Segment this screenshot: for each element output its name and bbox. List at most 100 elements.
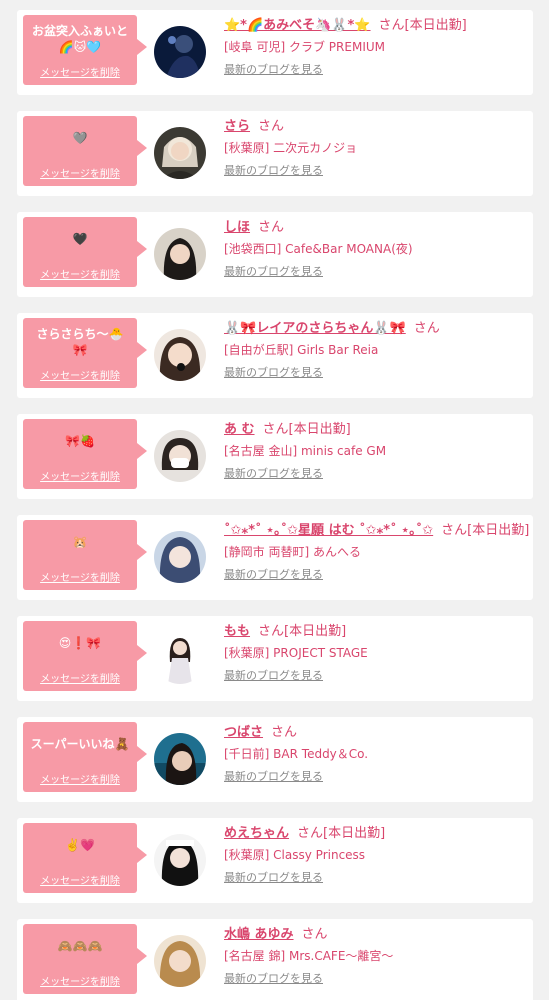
shop-label: [名古屋 錦] Mrs.CAFE〜離宮〜 bbox=[224, 949, 394, 963]
latest-blog-link[interactable]: 最新のブログを見る bbox=[224, 871, 323, 885]
message-bubble: 🩶 メッセージを削除 bbox=[23, 116, 147, 186]
shop-label: [自由が丘駅] Girls Bar Reia bbox=[224, 343, 379, 357]
avatar[interactable] bbox=[154, 733, 206, 785]
message-text: 😍❗️🎀 bbox=[58, 636, 102, 650]
entry-info: ˚✩⁎*˚ ⋆｡˚✩星願 はむ ˚✩⁎*˚ ⋆｡˚✩ さん[本日出勤] [静岡市 … bbox=[224, 522, 529, 582]
message-text: 🩶 bbox=[72, 131, 88, 145]
delete-message-link[interactable]: メッセージを削除 bbox=[23, 371, 137, 383]
message-bubble: さらさらち〜🐣 🎀 メッセージを削除 bbox=[23, 318, 147, 388]
delete-message-link[interactable]: メッセージを削除 bbox=[23, 876, 137, 888]
san-suffix: さん bbox=[441, 523, 468, 538]
latest-blog-link[interactable]: 最新のブログを見る bbox=[224, 366, 323, 380]
san-suffix: さん bbox=[297, 826, 324, 841]
message-bubble: スーパーいいね🧸 メッセージを削除 bbox=[23, 722, 147, 792]
shop-label: [岐阜 可児] クラブ PREMIUM bbox=[224, 40, 385, 54]
list-item: さらさらち〜🐣 🎀 メッセージを削除 🐰🎀レイアのさらちゃん🐰🎀 さん [自由が丘… bbox=[17, 313, 533, 398]
entry-info: もも さん[本日出勤] [秋葉原] PROJECT STAGE 最新のブログを見る bbox=[224, 623, 529, 683]
san-suffix: さん bbox=[258, 624, 285, 639]
entry-info: 水嶋 あゆみ さん [名古屋 錦] Mrs.CAFE〜離宮〜 最新のブログを見る bbox=[224, 926, 529, 986]
entry-info: ⭐️*🌈あみべそ🦄🐰*⭐️ さん[本日出勤] [岐阜 可児] クラブ PREMIU… bbox=[224, 17, 529, 77]
list-item: お盆突入ふぁいと 🌈🐱🩵 メッセージを削除 ⭐️*🌈あみべそ🦄🐰*⭐️ さん[本日… bbox=[17, 10, 533, 95]
avatar[interactable] bbox=[154, 329, 206, 381]
san-suffix: さん bbox=[262, 422, 289, 437]
list-item: 🩶 メッセージを削除 さら さん [秋葉原] 二次元カノジョ 最新のブログを見る bbox=[17, 111, 533, 196]
avatar[interactable] bbox=[154, 127, 206, 179]
latest-blog-link[interactable]: 最新のブログを見る bbox=[224, 63, 323, 77]
cast-name-link[interactable]: もも bbox=[224, 624, 250, 639]
message-text: 🖤 bbox=[72, 232, 88, 246]
list-item: 🙈🙈🙈 メッセージを削除 水嶋 あゆみ さん [名古屋 錦] Mrs.CAFE〜離… bbox=[17, 919, 533, 1000]
delete-message-link[interactable]: メッセージを削除 bbox=[23, 977, 137, 989]
cast-name-link[interactable]: ˚✩⁎*˚ ⋆｡˚✩星願 はむ ˚✩⁎*˚ ⋆｡˚✩ bbox=[224, 523, 433, 538]
shop-label: [秋葉原] PROJECT STAGE bbox=[224, 646, 368, 660]
avatar[interactable] bbox=[154, 935, 206, 987]
shop-label: [秋葉原] Classy Princess bbox=[224, 848, 366, 862]
message-text: スーパーいいね🧸 bbox=[30, 737, 130, 751]
message-text: お盆突入ふぁいと 🌈🐱🩵 bbox=[31, 24, 128, 54]
cast-name-link[interactable]: あ む bbox=[224, 422, 255, 437]
status-badge: [本日出勤] bbox=[284, 624, 347, 639]
list-item: スーパーいいね🧸 メッセージを削除 つばさ さん [千日前] BAR Teddy＆… bbox=[17, 717, 533, 802]
entry-info: めえちゃん さん[本日出勤] [秋葉原] Classy Princess 最新のブ… bbox=[224, 825, 529, 885]
delete-message-link[interactable]: メッセージを削除 bbox=[23, 472, 137, 484]
message-bubble: 🖤 メッセージを削除 bbox=[23, 217, 147, 287]
avatar[interactable] bbox=[154, 531, 206, 583]
avatar[interactable] bbox=[154, 430, 206, 482]
san-suffix: さん bbox=[301, 927, 328, 942]
avatar[interactable] bbox=[154, 632, 206, 684]
san-suffix: さん bbox=[413, 321, 440, 336]
entry-info: つばさ さん [千日前] BAR Teddy＆Co. 最新のブログを見る bbox=[224, 724, 529, 784]
latest-blog-link[interactable]: 最新のブログを見る bbox=[224, 164, 323, 178]
shop-label: [名古屋 金山] minis cafe GM bbox=[224, 444, 387, 458]
list-item: ✌️💗 メッセージを削除 めえちゃん さん[本日出勤] [秋葉原] Classy … bbox=[17, 818, 533, 903]
san-suffix: さん bbox=[258, 220, 285, 235]
cast-name-link[interactable]: つばさ bbox=[224, 725, 263, 740]
shop-label: [千日前] BAR Teddy＆Co. bbox=[224, 747, 369, 761]
message-bubble: ✌️💗 メッセージを削除 bbox=[23, 823, 147, 893]
latest-blog-link[interactable]: 最新のブログを見る bbox=[224, 669, 323, 683]
latest-blog-link[interactable]: 最新のブログを見る bbox=[224, 972, 323, 986]
avatar[interactable] bbox=[154, 26, 206, 78]
san-suffix: さん bbox=[378, 18, 405, 33]
delete-message-link[interactable]: メッセージを削除 bbox=[23, 68, 137, 80]
latest-blog-link[interactable]: 最新のブログを見る bbox=[224, 568, 323, 582]
message-text: 🐹 bbox=[72, 535, 88, 549]
avatar[interactable] bbox=[154, 834, 206, 886]
status-badge: [本日出勤] bbox=[288, 422, 351, 437]
entry-info: さら さん [秋葉原] 二次元カノジョ 最新のブログを見る bbox=[224, 118, 529, 178]
delete-message-link[interactable]: メッセージを削除 bbox=[23, 775, 137, 787]
latest-blog-link[interactable]: 最新のブログを見る bbox=[224, 770, 323, 784]
cast-name-link[interactable]: めえちゃん bbox=[224, 826, 289, 841]
message-list: お盆突入ふぁいと 🌈🐱🩵 メッセージを削除 ⭐️*🌈あみべそ🦄🐰*⭐️ さん[本日… bbox=[0, 0, 549, 1000]
san-suffix: さん bbox=[271, 725, 298, 740]
delete-message-link[interactable]: メッセージを削除 bbox=[23, 270, 137, 282]
delete-message-link[interactable]: メッセージを削除 bbox=[23, 674, 137, 686]
avatar[interactable] bbox=[154, 228, 206, 280]
delete-message-link[interactable]: メッセージを削除 bbox=[23, 169, 137, 181]
list-item: 😍❗️🎀 メッセージを削除 もも さん[本日出勤] [秋葉原] PROJECT S… bbox=[17, 616, 533, 701]
cast-name-link[interactable]: ⭐️*🌈あみべそ🦄🐰*⭐️ bbox=[224, 18, 371, 33]
entry-info: 🐰🎀レイアのさらちゃん🐰🎀 さん [自由が丘駅] Girls Bar Reia 最… bbox=[224, 320, 529, 380]
cast-name-link[interactable]: 水嶋 あゆみ bbox=[224, 927, 294, 942]
message-text: ✌️💗 bbox=[65, 838, 95, 852]
status-badge: [本日出勤] bbox=[467, 523, 530, 538]
entry-info: あ むさん[本日出勤] [名古屋 金山] minis cafe GM 最新のブロ… bbox=[224, 421, 529, 481]
delete-message-link[interactable]: メッセージを削除 bbox=[23, 573, 137, 585]
shop-label: [秋葉原] 二次元カノジョ bbox=[224, 141, 358, 155]
message-bubble: 🎀🍓 メッセージを削除 bbox=[23, 419, 147, 489]
latest-blog-link[interactable]: 最新のブログを見る bbox=[224, 467, 323, 481]
latest-blog-link[interactable]: 最新のブログを見る bbox=[224, 265, 323, 279]
list-item: 🎀🍓 メッセージを削除 あ むさん[本日出勤] [名古屋 金山] minis c… bbox=[17, 414, 533, 499]
message-bubble: お盆突入ふぁいと 🌈🐱🩵 メッセージを削除 bbox=[23, 15, 147, 85]
cast-name-link[interactable]: しほ bbox=[224, 220, 250, 235]
cast-name-link[interactable]: さら bbox=[224, 119, 250, 134]
entry-info: しほ さん [池袋西口] Cafe&Bar MOANA(夜) 最新のブログを見る bbox=[224, 219, 529, 279]
status-badge: [本日出勤] bbox=[323, 826, 386, 841]
shop-label: [池袋西口] Cafe&Bar MOANA(夜) bbox=[224, 242, 413, 256]
message-text: 🙈🙈🙈 bbox=[57, 939, 103, 953]
status-badge: [本日出勤] bbox=[404, 18, 467, 33]
cast-name-link[interactable]: 🐰🎀レイアのさらちゃん🐰🎀 bbox=[224, 321, 406, 336]
message-bubble: 😍❗️🎀 メッセージを削除 bbox=[23, 621, 147, 691]
message-bubble: 🙈🙈🙈 メッセージを削除 bbox=[23, 924, 147, 994]
shop-label: [静岡市 両替町] あんへる bbox=[224, 545, 361, 559]
